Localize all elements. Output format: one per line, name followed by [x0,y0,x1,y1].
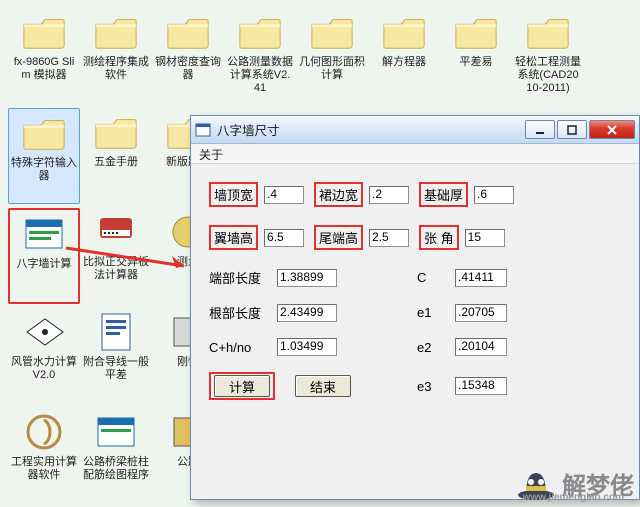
desktop-icon-highlighted[interactable]: 八字墙计算 [8,208,80,304]
desktop-icon-label: 工程实用计算器软件 [11,456,77,482]
window-buttons [525,120,635,139]
desktop-icon-label: 附合导线一般平差 [83,356,149,382]
end-button[interactable]: 结束 [295,375,351,397]
desktop-icon[interactable]: 解方程器 [368,8,440,104]
label-skirt-width: 裙边宽 [314,182,363,207]
input-skirt-width[interactable]: .2 [369,186,409,204]
output-chno[interactable]: 1.03499 [277,338,337,356]
input-wall-top-width[interactable]: .4 [264,186,304,204]
desktop-icon[interactable]: 测绘程序集成软件 [80,8,152,104]
desktop-icon-label: 轻松工程测量系统(CAD2010-2011) [515,56,581,95]
input-wing-height[interactable]: 6.5 [264,229,304,247]
output-root-length[interactable]: 2.43499 [277,304,337,322]
output-end-length[interactable]: 1.38899 [277,269,337,287]
desktop-icon-label: fx-9860G Slim 模拟器 [11,56,77,82]
desktop-icon[interactable]: 比拟正交异板法计算器 [80,208,152,304]
desktop-icon[interactable]: 工程实用计算器软件 [8,408,80,504]
desktop-icon-label: 特殊字符输入器 [11,157,77,183]
close-button[interactable] [589,120,635,139]
desktop-icon[interactable]: 公路测量数据计算系统V2.41 [224,8,296,104]
input-tail-height[interactable]: 2.5 [369,229,409,247]
input-angle[interactable]: 15 [465,229,505,247]
label-c: C [417,270,455,285]
desktop-icon-label: 测绘程序集成软件 [83,56,149,82]
menu-bar[interactable]: 关于 [191,144,639,164]
minimize-button[interactable] [525,120,555,139]
dialog-client: 墙顶宽 .4 裙边宽 .2 基础厚 .6 翼墙高 6.5 尾端高 2.5 张 角 15 端部… [191,164,639,499]
desktop-icon[interactable]: 附合导线一般平差 [80,308,152,404]
output-e1[interactable]: .20705 [455,304,507,322]
label-angle: 张 角 [419,225,459,250]
desktop-icon-label: 风管水力计算V2.0 [11,356,77,382]
desktop-icon-label: 几何图形面积计算 [299,56,365,82]
label-e2: e2 [417,340,455,355]
desktop-icon-label: 比拟正交异板法计算器 [83,256,149,282]
title-bar[interactable]: 八字墙尺寸 [191,116,639,144]
calc-button-highlight: 计算 [209,372,275,400]
output-e2[interactable]: .20104 [455,338,507,356]
label-chno: C+h/no [209,340,277,355]
desktop-icon[interactable]: 风管水力计算V2.0 [8,308,80,404]
label-wall-top-width: 墙顶宽 [209,182,258,207]
maximize-button[interactable] [557,120,587,139]
window-icon [195,122,211,138]
desktop-icon-selected[interactable]: 特殊字符输入器 [8,108,80,204]
label-base-thick: 基础厚 [419,182,468,207]
label-tail-height: 尾端高 [314,225,363,250]
output-c[interactable]: .41411 [455,269,507,287]
desktop-icon-label: 五金手册 [94,156,138,169]
label-e1: e1 [417,305,455,320]
desktop-icon-label: 钢材密度查询器 [155,56,221,82]
desktop-icon-label: 解方程器 [382,56,426,69]
desktop-icon[interactable]: 几何图形面积计算 [296,8,368,104]
desktop-icon-label: 八字墙计算 [17,258,72,271]
label-wing-height: 翼墙高 [209,225,258,250]
desktop-icon-label: 平差易 [460,56,493,69]
label-end-length: 端部长度 [209,268,277,287]
window-title: 八字墙尺寸 [217,120,525,139]
label-e3: e3 [417,379,455,394]
input-base-thick[interactable]: .6 [474,186,514,204]
dialog-window: 八字墙尺寸 关于 墙顶宽 .4 裙边宽 .2 基础厚 .6 翼墙高 6.5 尾端高 2.5… [190,115,640,500]
desktop-icon-label: 公路测量数据计算系统V2.41 [227,56,293,95]
desktop-icon[interactable]: 五金手册 [80,108,152,204]
desktop-icon[interactable]: fx-9860G Slim 模拟器 [8,8,80,104]
desktop-icon[interactable]: 钢材密度查询器 [152,8,224,104]
calculate-button[interactable]: 计算 [214,375,270,397]
desktop-icon[interactable]: 平差易 [440,8,512,104]
label-root-length: 根部长度 [209,303,277,322]
desktop-icon[interactable]: 公路桥梁桩柱配筋绘图程序 [80,408,152,504]
desktop-icon-label: 公路桥梁桩柱配筋绘图程序 [83,456,149,482]
menu-about[interactable]: 关于 [199,148,223,162]
desktop-icon[interactable]: 轻松工程测量系统(CAD2010-2011) [512,8,584,104]
output-e3[interactable]: .15348 [455,377,507,395]
